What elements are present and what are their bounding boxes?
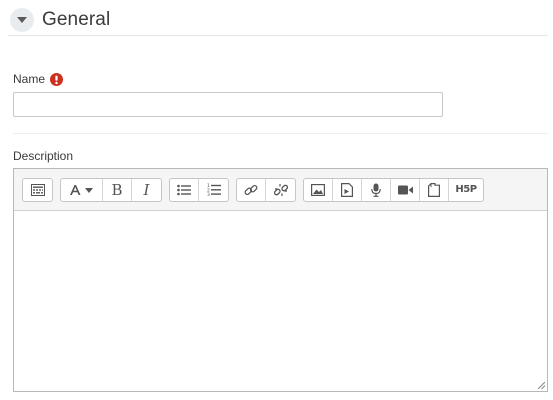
bold-icon: B xyxy=(111,180,123,199)
toolbar-toggle-icon xyxy=(30,183,45,196)
name-label: Name xyxy=(13,72,46,86)
bold-button[interactable]: B xyxy=(103,178,132,201)
description-label-row: Description xyxy=(13,149,73,163)
font-style-icon xyxy=(69,184,95,196)
insert-h5p-button[interactable]: H5P xyxy=(449,179,483,201)
unordered-list-icon xyxy=(177,184,191,196)
record-audio-icon xyxy=(371,183,381,197)
name-label-row: Name xyxy=(13,72,64,86)
link-button[interactable] xyxy=(237,178,266,201)
italic-button[interactable]: I xyxy=(132,179,161,201)
h5p-icon: H5P xyxy=(455,184,477,195)
toolbar-group-media: H5P xyxy=(303,177,484,202)
field-divider xyxy=(13,133,548,134)
italic-icon: I xyxy=(143,180,150,199)
exclamation-circle-icon xyxy=(50,72,64,86)
description-label: Description xyxy=(13,149,74,163)
description-editor: B I 1 2 3 H5P xyxy=(13,168,548,392)
resize-grip-icon[interactable] xyxy=(537,381,545,389)
record-video-icon xyxy=(397,185,413,195)
section-title: General xyxy=(42,8,111,30)
unlink-icon xyxy=(273,183,288,197)
font-style-button[interactable] xyxy=(61,178,103,201)
media-icon xyxy=(341,182,353,197)
editor-toolbar: B I 1 2 3 H5P xyxy=(14,169,547,211)
description-content-area[interactable] xyxy=(14,211,547,391)
manage-files-button[interactable] xyxy=(420,178,449,201)
svg-text:3: 3 xyxy=(207,192,210,196)
toolbar-group-text-style: B I xyxy=(60,177,162,202)
name-input[interactable] xyxy=(13,92,443,117)
insert-media-button[interactable] xyxy=(333,178,362,201)
toolbar-group-lists: 1 2 3 xyxy=(169,177,229,202)
unordered-list-button[interactable] xyxy=(170,178,199,201)
ordered-list-icon: 1 2 3 xyxy=(207,183,221,196)
image-icon xyxy=(311,183,325,196)
section-header-general: General xyxy=(8,4,548,36)
insert-image-button[interactable] xyxy=(304,178,333,201)
link-icon xyxy=(244,183,258,197)
manage-files-icon xyxy=(428,182,440,197)
record-audio-button[interactable] xyxy=(362,178,391,201)
toolbar-toggle-button[interactable] xyxy=(23,179,52,201)
record-video-button[interactable] xyxy=(391,178,420,201)
collapse-toggle-button[interactable] xyxy=(10,7,34,32)
ordered-list-button[interactable]: 1 2 3 xyxy=(199,179,228,201)
chevron-down-icon xyxy=(17,16,27,23)
toolbar-group-links xyxy=(236,177,296,202)
unlink-button[interactable] xyxy=(266,179,295,201)
toolbar-group-collapse xyxy=(22,177,53,202)
